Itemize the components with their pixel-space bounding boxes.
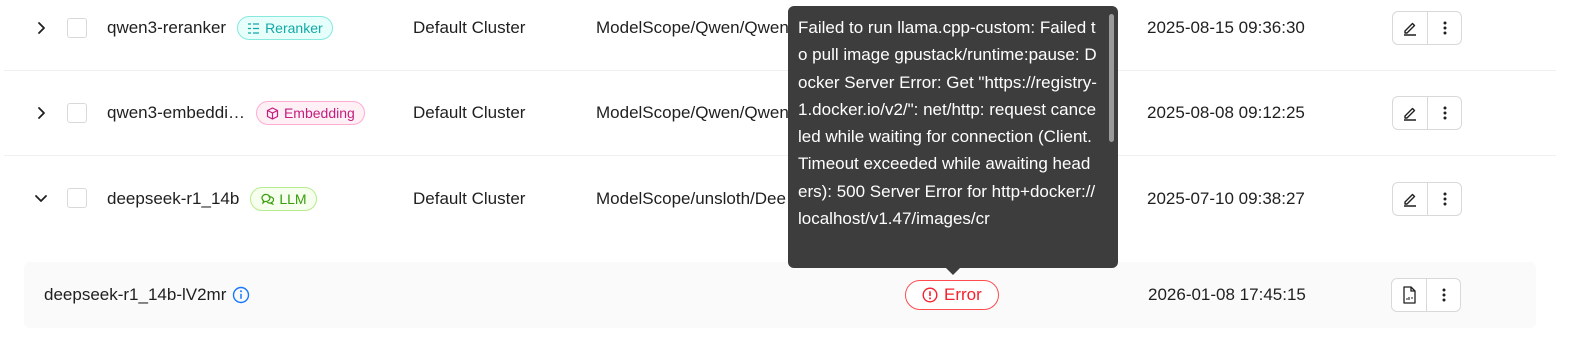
row-actions [1392,156,1462,241]
row-checkbox[interactable] [67,188,87,208]
row-checkbox[interactable] [67,18,87,38]
more-vertical-icon [1443,192,1447,206]
created-at-cell: 2025-07-10 09:38:27 [1147,188,1305,208]
more-button[interactable] [1427,182,1461,215]
info-icon[interactable] [232,286,250,304]
instance-name: deepseek-r1_14b-lV2mr [44,285,227,304]
action-button-group [1392,11,1462,45]
more-vertical-icon [1442,288,1446,302]
cluster-cell: Default Cluster [413,18,526,37]
edit-icon [1402,105,1418,121]
tooltip-message: Failed to run llama.cpp-custom: Failed t… [798,18,1097,229]
row-actions [1392,71,1462,155]
model-name-cell: qwen3-reranker Reranker [107,0,333,70]
more-vertical-icon [1443,106,1447,120]
more-button[interactable] [1426,279,1460,311]
cluster-cell: Default Cluster [413,188,526,208]
edit-icon [1402,191,1418,207]
category-tag-label: Embedding [283,105,355,121]
view-logs-button[interactable] [1392,279,1426,311]
chat-bubbles-icon [260,192,275,205]
cube-icon [266,106,279,120]
status-label: Error [944,285,982,304]
instance-created-cell: 2026-01-08 17:45:15 [1148,285,1306,304]
cluster-cell: Default Cluster [413,103,526,122]
model-name[interactable]: deepseek-r1_14b [107,189,239,209]
tooltip-scrollbar[interactable] [1109,14,1114,142]
created-at-cell: 2025-08-15 09:36:30 [1147,18,1305,37]
edit-button[interactable] [1393,183,1427,215]
chevron-right-icon[interactable] [30,17,52,39]
edit-icon [1402,20,1418,36]
model-row[interactable]: deepseek-r1_14b LLM Default Cluster Mode… [4,156,1556,241]
log-file-icon [1401,286,1417,304]
source-cell: ModelScope/unsloth/Dee [596,188,786,208]
action-button-group [1392,181,1462,216]
row-actions [1392,0,1462,70]
category-tag-label: Reranker [265,20,323,36]
model-row[interactable]: qwen3-embeddi… Embedding Default Cluster… [4,71,1556,156]
more-button[interactable] [1427,12,1461,44]
instance-actions [1391,262,1461,328]
error-icon [922,287,938,303]
category-tag: LLM [250,186,317,211]
model-name-cell: deepseek-r1_14b LLM [107,156,317,241]
instance-name-cell: deepseek-r1_14b-lV2mr [44,262,250,328]
chevron-down-icon[interactable] [30,187,52,209]
error-tooltip: Failed to run llama.cpp-custom: Failed t… [788,6,1118,268]
model-name[interactable]: qwen3-reranker [107,18,226,38]
category-tag: Reranker [237,16,333,40]
action-button-group [1392,96,1462,130]
edit-button[interactable] [1393,97,1427,129]
status-badge[interactable]: Error [905,280,999,310]
category-tag: Embedding [255,101,365,125]
more-vertical-icon [1443,21,1447,35]
chevron-right-icon[interactable] [30,102,52,124]
more-button[interactable] [1427,97,1461,129]
category-tag-label: LLM [279,190,307,207]
created-at-cell: 2025-08-08 09:12:25 [1147,103,1305,122]
edit-button[interactable] [1393,12,1427,44]
source-cell: ModelScope/Qwen/Qwen [596,18,789,37]
model-row[interactable]: qwen3-reranker Reranker Default Cluster … [4,0,1556,71]
instance-row[interactable]: deepseek-r1_14b-lV2mr Error 2026-01-08 1… [24,262,1536,328]
list-sort-icon [247,22,260,35]
source-cell: ModelScope/Qwen/Qwen [596,103,789,122]
model-name[interactable]: qwen3-embeddi… [107,103,245,123]
action-button-group [1391,278,1461,312]
row-checkbox[interactable] [67,103,87,123]
model-name-cell: qwen3-embeddi… Embedding [107,71,365,155]
tooltip-arrow [945,267,961,275]
